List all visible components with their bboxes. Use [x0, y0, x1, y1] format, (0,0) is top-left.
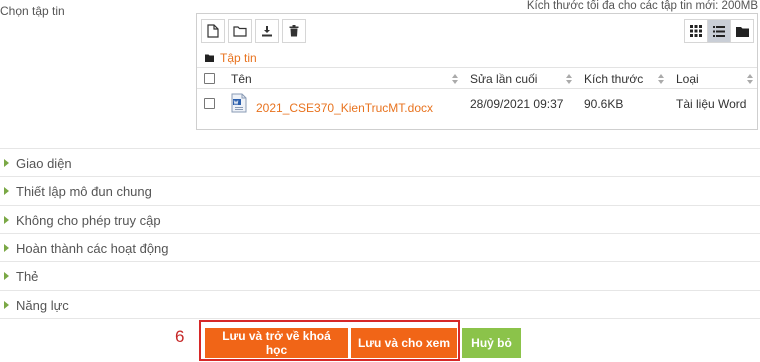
- trash-icon: [289, 25, 299, 37]
- grid-icon: [690, 25, 702, 37]
- section-label: Giao diện: [16, 156, 72, 171]
- choose-files-label: Chọn tập tin: [0, 4, 65, 18]
- section-label: Thiết lập mô đun chung: [16, 184, 152, 199]
- sort-icon[interactable]: [747, 74, 753, 84]
- filepicker: Tập tin Tên Sửa lần cuối Kích thước Loại…: [196, 13, 758, 130]
- download-icon: [262, 26, 272, 37]
- file-type: Tài liệu Word: [676, 97, 747, 111]
- save-and-display-button[interactable]: Lưu và cho xem: [351, 328, 457, 358]
- word-document-icon: [231, 93, 247, 113]
- section-appearance[interactable]: Giao diện: [0, 148, 760, 176]
- expand-arrow-icon: [4, 187, 9, 195]
- file-modified: 28/09/2021 09:37: [470, 97, 564, 111]
- expand-arrow-icon: [4, 216, 9, 224]
- column-type[interactable]: Loại: [676, 72, 699, 86]
- select-all-checkbox[interactable]: [204, 73, 215, 84]
- expand-arrow-icon: [4, 272, 9, 280]
- folder-icon: [735, 26, 749, 37]
- tree-view-button[interactable]: [730, 19, 754, 43]
- view-toggle-group: [684, 19, 754, 43]
- section-common-module-settings[interactable]: Thiết lập mô đun chung: [0, 176, 760, 204]
- expand-arrow-icon: [4, 159, 9, 167]
- table-row[interactable]: 2021_CSE370_KienTrucMT.docx 28/09/2021 0…: [197, 89, 757, 129]
- add-file-button[interactable]: [201, 19, 225, 43]
- column-size[interactable]: Kích thước: [584, 72, 643, 86]
- icon-view-button[interactable]: [684, 19, 708, 43]
- list-icon: [713, 25, 725, 37]
- column-name[interactable]: Tên: [231, 72, 252, 86]
- file-table-header: Tên Sửa lần cuối Kích thước Loại: [197, 67, 757, 89]
- file-name-link[interactable]: 2021_CSE370_KienTrucMT.docx: [256, 101, 433, 115]
- breadcrumb-link[interactable]: Tập tin: [220, 51, 257, 65]
- folder-outline-icon: [233, 26, 247, 37]
- section-label: Không cho phép truy cập: [16, 213, 161, 228]
- step-number: 6: [175, 327, 185, 346]
- max-size-info: Kích thước tối đa cho các tập tin mới: 2…: [526, 0, 758, 12]
- folder-icon: [205, 54, 214, 62]
- list-view-button[interactable]: [707, 19, 731, 43]
- download-button[interactable]: [255, 19, 279, 43]
- cancel-button[interactable]: Huỷ bỏ: [462, 328, 521, 358]
- expand-arrow-icon: [4, 301, 9, 309]
- row-checkbox[interactable]: [204, 98, 215, 109]
- section-tags[interactable]: Thẻ: [0, 261, 760, 289]
- sort-icon[interactable]: [658, 74, 664, 84]
- section-label: Hoàn thành các hoạt động: [16, 241, 169, 256]
- add-file-icon: [207, 24, 219, 38]
- create-folder-button[interactable]: [228, 19, 252, 43]
- expand-arrow-icon: [4, 244, 9, 252]
- section-label: Thẻ: [16, 269, 39, 284]
- file-size: 90.6KB: [584, 97, 624, 111]
- column-modified[interactable]: Sửa lần cuối: [470, 72, 537, 86]
- sort-icon[interactable]: [566, 74, 572, 84]
- save-and-return-button[interactable]: Lưu và trở về khoá học: [205, 328, 348, 358]
- section-restrict-access[interactable]: Không cho phép truy cập: [0, 205, 760, 233]
- section-label: Năng lực: [16, 298, 69, 313]
- delete-button[interactable]: [282, 19, 306, 43]
- breadcrumb: Tập tin: [205, 51, 257, 65]
- divider: [0, 318, 760, 319]
- sort-icon[interactable]: [452, 74, 458, 84]
- section-competencies[interactable]: Năng lực: [0, 290, 760, 318]
- section-activity-completion[interactable]: Hoàn thành các hoạt động: [0, 233, 760, 261]
